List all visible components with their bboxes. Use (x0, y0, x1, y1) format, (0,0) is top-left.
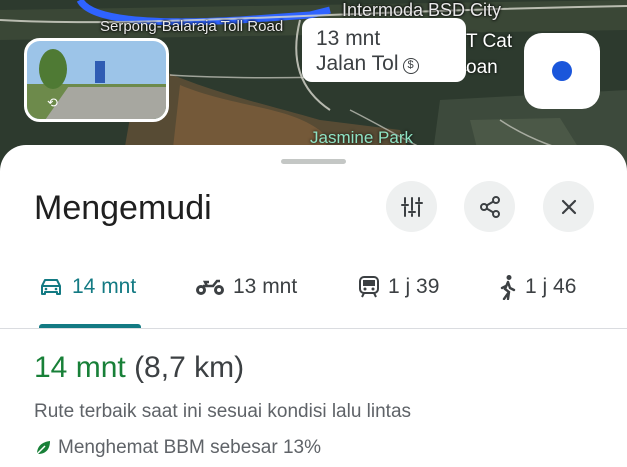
share-icon (479, 195, 500, 218)
thumbnail-sign (95, 61, 105, 83)
tabs-divider (0, 328, 627, 329)
thumbnail-tree (39, 49, 67, 89)
route-duration: 14 mnt (34, 351, 126, 384)
thumbnail-road (45, 87, 166, 119)
walk-icon (500, 275, 516, 300)
route-bubble[interactable]: 13 mnt Jalan Tol $ (302, 18, 466, 82)
my-location-button[interactable] (524, 33, 600, 109)
travel-mode-tabs: 14 mnt 13 mnt 1 j 39 1 j 46 (0, 267, 627, 327)
close-button[interactable] (543, 181, 594, 232)
tab-driving-label: 14 mnt (72, 275, 137, 298)
tab-transit[interactable]: 1 j 39 (358, 267, 439, 307)
tune-icon (400, 196, 423, 217)
tab-motorcycle[interactable]: 13 mnt (195, 267, 297, 307)
tab-walking[interactable]: 1 j 46 (499, 267, 576, 307)
route-distance: (8,7 km) (134, 351, 245, 384)
close-icon (561, 199, 576, 214)
rotate-360-icon: ⟲ (47, 95, 58, 110)
tab-transit-label: 1 j 39 (388, 275, 440, 298)
route-bubble-time: 13 mnt (316, 27, 381, 50)
transit-icon (359, 276, 379, 298)
route-summary[interactable]: 14 mnt (8,7 km) (34, 351, 244, 385)
street-view-thumbnail[interactable]: ⟲ (24, 38, 169, 122)
directions-sheet: Mengemudi 14 mnt 13 mnt 1 j 39 1 j 46 14… (0, 145, 627, 467)
map-area-label-3: oan (466, 57, 498, 78)
fuel-saving-info: Menghemat BBM sebesar 13% (34, 437, 321, 459)
tab-motorcycle-label: 13 mnt (233, 275, 298, 298)
share-button[interactable] (464, 181, 515, 232)
tab-driving[interactable]: 14 mnt (38, 267, 136, 307)
motorcycle-icon (196, 279, 224, 295)
fuel-saving-label: Menghemat BBM sebesar 13% (58, 437, 321, 458)
sheet-drag-handle[interactable] (281, 159, 346, 164)
tab-walking-label: 1 j 46 (525, 275, 577, 298)
toll-icon: $ (402, 57, 419, 74)
car-icon (41, 279, 61, 295)
route-bubble-via: Jalan Tol (316, 52, 399, 75)
route-description: Rute terbaik saat ini sesuai kondisi lal… (34, 401, 412, 422)
sheet-title: Mengemudi (34, 189, 212, 227)
leaf-icon (36, 441, 50, 455)
map-road-label: Serpong-Balaraja Toll Road (100, 18, 284, 35)
route-options-button[interactable] (386, 181, 437, 232)
location-dot-icon (552, 61, 572, 81)
map-area-label-2: T Cat (466, 31, 513, 52)
